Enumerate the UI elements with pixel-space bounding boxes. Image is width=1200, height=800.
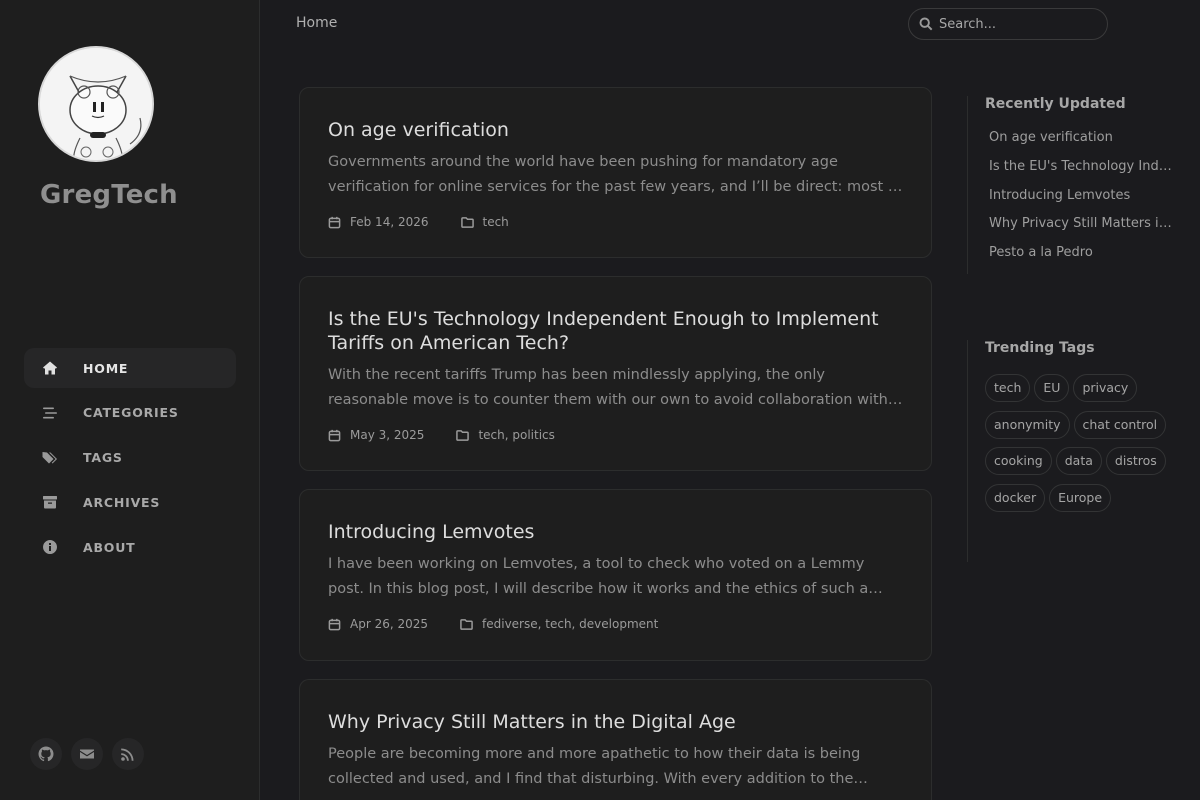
post-excerpt: Governments around the world have been p… [328,154,902,195]
site-title[interactable]: GregTech [40,180,178,210]
recent-item[interactable]: Is the EU's Technology Independent Enoug… [985,157,1175,186]
info-icon [41,538,59,556]
folder-icon [460,216,474,228]
tag-pill[interactable]: data [1055,447,1102,475]
breadcrumb[interactable]: Home [296,15,337,31]
recently-updated-panel: Recently Updated On age verification Is … [967,96,1175,274]
post-meta: May 3, 2025 tech, politics [328,428,903,442]
post-categories: fediverse, tech, development [460,617,658,631]
post-title[interactable]: On age verification [328,118,903,142]
post-date-text: Apr 26, 2025 [350,617,429,631]
calendar-icon [328,618,341,630]
tags-icon [41,449,59,467]
recent-list: On age verification Is the EU's Technolo… [985,128,1175,272]
sidebar-item-categories[interactable]: CATEGORIES [24,393,236,433]
post-date: May 3, 2025 [328,428,424,442]
tag-pill[interactable]: tech [985,374,1031,402]
trending-tags-panel: Trending Tags tech EU privacy anonymity … [967,340,1175,562]
tag-cloud: tech EU privacy anonymity chat control c… [985,374,1175,512]
search-icon [919,17,933,31]
sidebar-item-about[interactable]: ABOUT [24,527,236,567]
sidebar-item-label: ARCHIVES [83,494,161,510]
post-card[interactable]: Why Privacy Still Matters in the Digital… [299,679,932,800]
sidebar-item-label: ABOUT [83,539,136,555]
post-card[interactable]: On age verification Governments around t… [299,87,932,258]
tag-pill[interactable]: cooking [985,447,1052,475]
rss-icon [121,748,134,761]
post-excerpt: With the recent tariffs Trump has been m… [328,367,888,408]
sidebar-item-tags[interactable]: TAGS [24,438,236,478]
post-meta: Apr 26, 2025 fediverse, tech, developmen… [328,617,903,631]
sidebar: GregTech HOME CATEGORIES TAGS ARCHIVES A… [0,0,260,800]
post-date: Apr 26, 2025 [328,617,428,631]
social-links [30,738,144,770]
tag-pill[interactable]: Europe [1049,483,1112,512]
post-date-text: May 3, 2025 [350,428,425,442]
stream-icon [41,404,59,422]
archive-icon [41,493,59,511]
panel-title: Trending Tags [985,340,1095,356]
post-card[interactable]: Is the EU's Technology Independent Enoug… [299,276,932,471]
rss-link[interactable] [112,738,144,770]
sidebar-item-archives[interactable]: ARCHIVES [24,482,236,522]
tag-pill[interactable]: distros [1105,447,1166,475]
sidebar-nav: HOME CATEGORIES TAGS ARCHIVES ABOUT [24,348,236,572]
post-categories-text[interactable]: tech, politics [478,428,554,442]
github-icon [38,746,54,762]
post-title[interactable]: Introducing Lemvotes [328,520,903,544]
post-excerpt: People are becoming more and more apathe… [328,746,861,787]
avatar-cat-drawing [40,48,152,160]
github-link[interactable] [30,738,62,770]
topbar: Home [260,0,1200,48]
search-box[interactable] [908,8,1108,40]
post-date-text: Feb 14, 2026 [350,215,429,229]
post-date: Feb 14, 2026 [328,215,429,229]
tag-pill[interactable]: docker [985,483,1046,512]
tag-pill[interactable]: EU [1034,374,1070,402]
recent-item[interactable]: On age verification [985,128,1175,157]
tag-pill[interactable]: chat control [1073,410,1167,439]
panel-title: Recently Updated [985,96,1126,112]
post-title[interactable]: Why Privacy Still Matters in the Digital… [328,710,903,734]
post-categories-text[interactable]: fediverse, tech, development [482,617,658,631]
post-categories: tech [460,215,509,229]
home-icon [41,359,59,377]
avatar[interactable] [38,46,154,162]
email-icon [80,749,94,759]
post-title[interactable]: Is the EU's Technology Independent Enoug… [328,307,903,355]
calendar-icon [328,216,341,228]
sidebar-item-label: HOME [83,360,129,376]
search-input[interactable] [939,16,1099,32]
calendar-icon [328,429,341,441]
post-categories: tech, politics [456,428,555,442]
post-meta: Feb 14, 2026 tech [328,215,903,229]
recent-item[interactable]: Pesto a la Pedro [985,243,1175,272]
sidebar-item-label: TAGS [83,450,123,466]
recent-item[interactable]: Why Privacy Still Matters in the Digital… [985,214,1175,243]
folder-icon [460,618,473,630]
post-categories-text[interactable]: tech [483,215,509,229]
post-card[interactable]: Introducing Lemvotes I have been working… [299,489,932,661]
tag-pill[interactable]: anonymity [985,410,1070,439]
post-excerpt: I have been working on Lemvotes, a tool … [328,556,869,597]
folder-icon [456,429,470,441]
sidebar-item-home[interactable]: HOME [24,348,236,388]
email-link[interactable] [71,738,103,770]
tag-pill[interactable]: privacy [1073,374,1138,402]
recent-item[interactable]: Introducing Lemvotes [985,186,1175,215]
sidebar-item-label: CATEGORIES [83,405,179,421]
